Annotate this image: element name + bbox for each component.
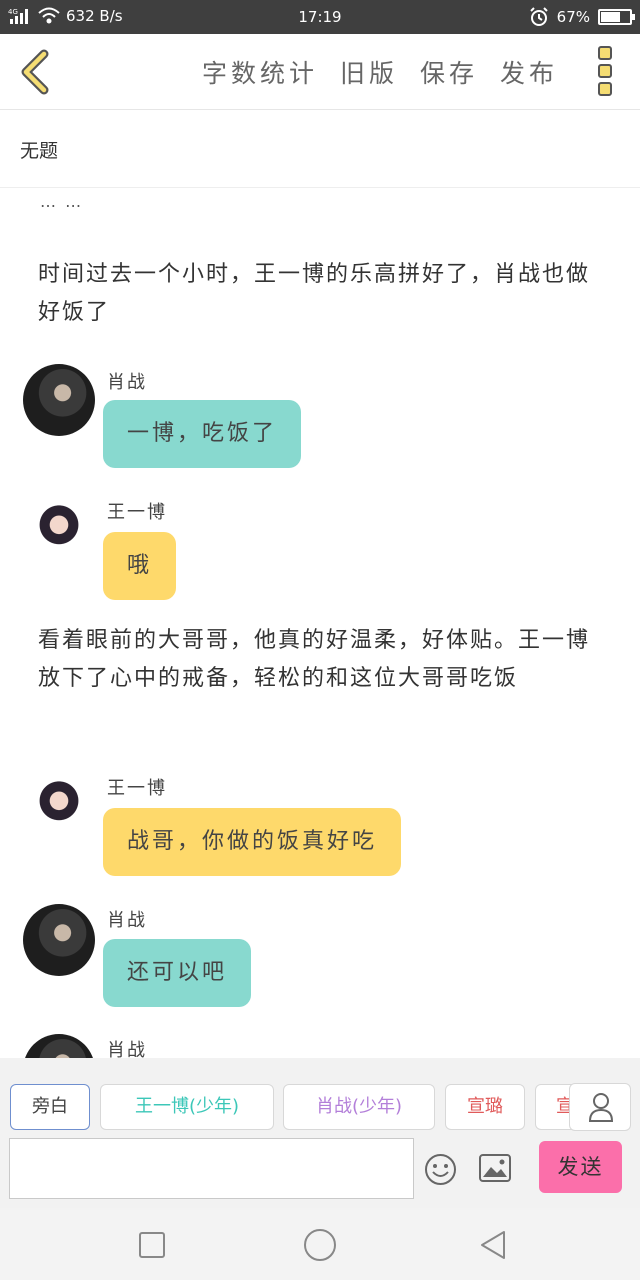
message-input[interactable] <box>9 1138 414 1199</box>
home-button[interactable] <box>302 1227 338 1263</box>
more-menu-button[interactable] <box>598 46 614 96</box>
more-dot-icon <box>598 64 612 78</box>
chevron-left-icon <box>21 49 49 95</box>
system-navbar <box>0 1208 640 1280</box>
title-row[interactable]: 无题 <box>0 110 640 188</box>
old-version-button[interactable]: 旧版 <box>340 54 398 90</box>
back-button[interactable] <box>16 48 56 96</box>
speaker-name: 王一博 <box>107 778 167 799</box>
chat-bubble[interactable]: 哦 <box>103 532 177 600</box>
square-icon <box>139 1232 165 1258</box>
word-count-button[interactable]: 字数统计 <box>202 54 318 90</box>
avatar[interactable] <box>23 364 95 436</box>
recent-apps-button[interactable] <box>137 1230 167 1260</box>
speaker-name: 肖战 <box>107 910 147 931</box>
header-actions: 字数统计 旧版 保存 发布 <box>202 54 558 90</box>
more-dot-icon <box>598 82 612 96</box>
back-nav-button[interactable] <box>476 1228 510 1262</box>
avatar[interactable] <box>23 904 95 976</box>
compose-toolbar: 旁白 王一博(少年) 肖战(少年) 宣璐 宣 发送 <box>0 1058 640 1208</box>
avatar[interactable] <box>23 496 95 568</box>
editor-header: 字数统计 旧版 保存 发布 <box>0 34 640 110</box>
story-content[interactable]: … … 时间过去一个小时，王一博的乐高拼好了，肖战也做好饭了 肖战 一博，吃饭了… <box>0 188 640 1058</box>
speaker-name: 王一博 <box>107 502 167 523</box>
ellipsis-text: … … <box>40 192 84 211</box>
emoji-button[interactable] <box>424 1153 457 1186</box>
role-chip-xiaozhan[interactable]: 肖战(少年) <box>283 1084 435 1130</box>
status-bar: 4G 632 B/s 17:19 67% <box>0 0 640 34</box>
avatar[interactable] <box>23 1034 95 1058</box>
status-right: 67% <box>529 7 635 27</box>
more-dot-icon <box>598 46 612 60</box>
battery-icon <box>598 9 635 25</box>
image-button[interactable] <box>478 1153 512 1183</box>
role-chip-narration[interactable]: 旁白 <box>10 1084 90 1130</box>
narration-text: 时间过去一个小时，王一博的乐高拼好了，肖战也做好饭了 <box>38 262 591 325</box>
image-icon <box>479 1154 511 1182</box>
narration-text: 看着眼前的大哥哥，他真的好温柔，好体贴。王一博放下了心中的戒备，轻松的和这位大哥… <box>38 628 591 691</box>
battery-fill <box>601 12 620 22</box>
save-button[interactable]: 保存 <box>420 54 478 90</box>
role-chip-wangyibo[interactable]: 王一博(少年) <box>100 1084 274 1130</box>
add-role-button[interactable] <box>569 1083 631 1131</box>
emoji-icon <box>425 1154 456 1185</box>
alarm-icon <box>529 7 548 26</box>
chat-bubble[interactable]: 战哥，你做的饭真好吃 <box>103 808 402 876</box>
user-icon <box>588 1093 614 1122</box>
document-title[interactable]: 无题 <box>20 136 58 163</box>
publish-button[interactable]: 发布 <box>500 54 558 90</box>
avatar[interactable] <box>23 772 95 844</box>
battery-percent: 67% <box>556 8 590 26</box>
circle-icon <box>304 1229 336 1261</box>
speaker-name: 肖战 <box>107 1040 147 1058</box>
role-selector: 旁白 王一博(少年) 肖战(少年) 宣璐 宣 <box>10 1084 630 1132</box>
send-button[interactable]: 发送 <box>539 1141 622 1193</box>
chat-bubble[interactable]: 还可以吧 <box>103 939 252 1007</box>
speaker-name: 肖战 <box>107 372 147 393</box>
role-chip-xuanlu[interactable]: 宣璐 <box>445 1084 525 1130</box>
triangle-back-icon <box>481 1231 505 1259</box>
chat-bubble[interactable]: 一博，吃饭了 <box>103 400 302 468</box>
